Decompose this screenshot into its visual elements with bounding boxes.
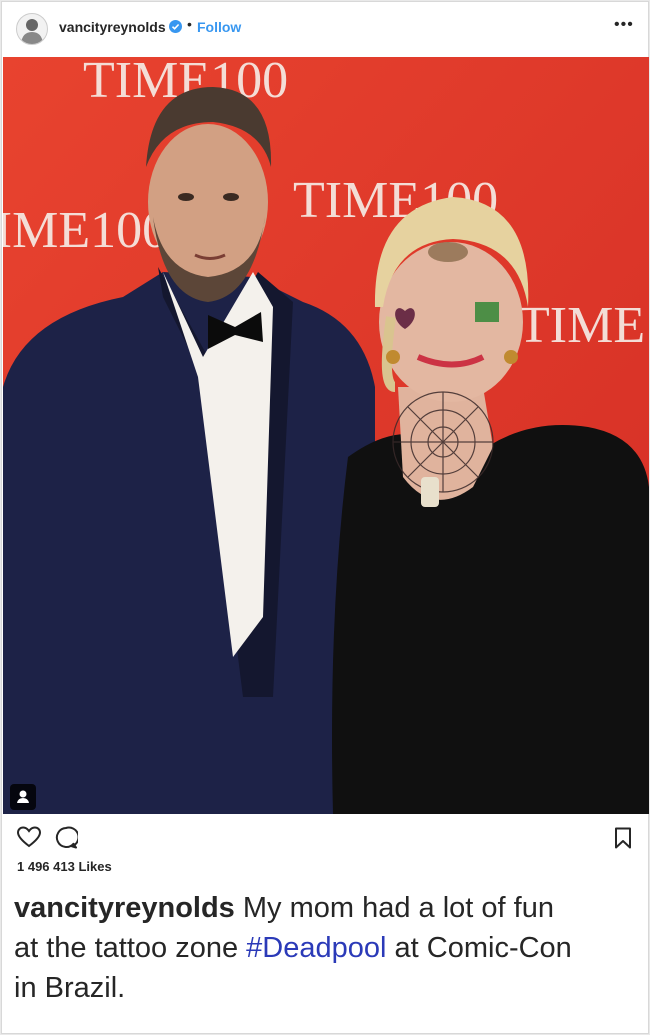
comment-icon[interactable] [54, 826, 80, 855]
backdrop-logo-2: TIME100 [3, 202, 168, 259]
more-options-icon[interactable]: ••• [614, 16, 634, 34]
caption-hashtag[interactable]: #Deadpool [246, 932, 386, 964]
action-bar [2, 820, 648, 856]
follow-button[interactable]: Follow [197, 19, 241, 35]
profile-avatar[interactable] [16, 13, 48, 45]
heart-icon[interactable] [16, 826, 42, 853]
post-caption: vancityreynolds My mom had a lot of fun … [14, 888, 574, 1008]
post-username[interactable]: vancityreynolds [59, 19, 166, 35]
backdrop-logo-4: TIME1 [518, 297, 649, 354]
caption-username[interactable]: vancityreynolds [14, 892, 235, 924]
bookmark-icon[interactable] [614, 827, 632, 854]
instagram-post-card: vancityreynolds • Follow ••• TIME100 TIM… [1, 1, 649, 1034]
post-photo[interactable]: TIME100 TIME100 TIME100 TIME1 [3, 57, 649, 814]
likes-count[interactable]: 1 496 413 Likes [17, 859, 112, 874]
verified-badge-icon [169, 20, 182, 33]
tagged-user-icon[interactable] [10, 784, 36, 810]
separator-dot: • [187, 16, 192, 32]
post-header: vancityreynolds • Follow ••• [2, 2, 648, 57]
